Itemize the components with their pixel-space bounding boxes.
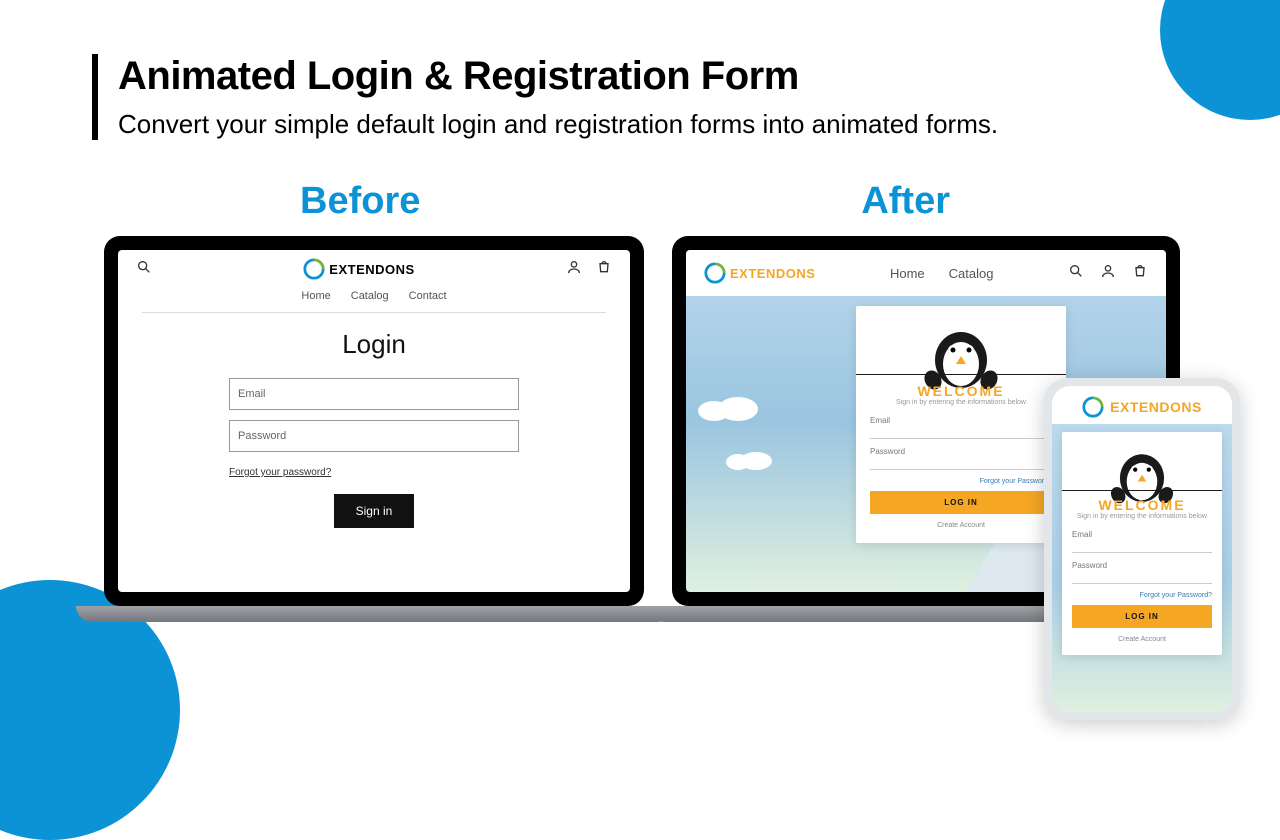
create-account-link[interactable]: Create Account bbox=[870, 522, 1052, 529]
login-form: Email Password Forgot your password? Sig… bbox=[229, 378, 519, 528]
decorative-blob-top-right bbox=[1160, 0, 1280, 120]
nav-contact[interactable]: Contact bbox=[409, 290, 447, 302]
brand-logo[interactable]: EXTENDONS bbox=[303, 258, 414, 280]
penguin-icon bbox=[1108, 442, 1176, 504]
password-field[interactable] bbox=[870, 458, 1052, 470]
divider bbox=[1062, 490, 1222, 491]
email-label: Email bbox=[1072, 530, 1212, 539]
brand-logo-icon bbox=[1082, 396, 1104, 418]
user-icon[interactable] bbox=[566, 259, 582, 280]
page-header: Animated Login & Registration Form Conve… bbox=[92, 54, 998, 140]
cloud-icon bbox=[722, 450, 776, 470]
before-navbar: EXTENDONS bbox=[118, 250, 630, 286]
before-screen: EXTENDONS Home Catalog Contact Login Ema… bbox=[118, 250, 630, 592]
phone-navbar: EXTENDONS bbox=[1052, 386, 1232, 424]
welcome-heading: WELCOME bbox=[870, 383, 1052, 399]
email-field[interactable] bbox=[1072, 541, 1212, 553]
brand-name: EXTENDONS bbox=[329, 262, 414, 277]
cloud-icon bbox=[696, 395, 766, 421]
phone-screen: EXTENDONS WELCOME Sign in by entering th… bbox=[1052, 386, 1232, 712]
user-icon[interactable] bbox=[1100, 263, 1116, 284]
password-field[interactable]: Password bbox=[229, 420, 519, 452]
phone-login-card: WELCOME Sign in by entering the informat… bbox=[1062, 432, 1222, 655]
after-navbar: EXTENDONS Home Catalog bbox=[686, 250, 1166, 296]
nav-home[interactable]: Home bbox=[301, 290, 330, 302]
cart-icon[interactable] bbox=[596, 259, 612, 280]
nav-home[interactable]: Home bbox=[890, 266, 925, 281]
email-field[interactable] bbox=[870, 427, 1052, 439]
phone-background: WELCOME Sign in by entering the informat… bbox=[1052, 424, 1232, 712]
login-card: WELCOME Sign in by entering the informat… bbox=[856, 306, 1066, 543]
divider bbox=[856, 374, 1066, 375]
forgot-password-link[interactable]: Forgot your Password? bbox=[1072, 592, 1212, 599]
login-title: Login bbox=[118, 329, 630, 360]
penguin-icon bbox=[921, 318, 1001, 390]
forgot-password-link[interactable]: Forgot your password? bbox=[229, 467, 331, 478]
welcome-subtext: Sign in by entering the informations bel… bbox=[870, 399, 1052, 406]
brand-logo[interactable]: EXTENDONS bbox=[704, 262, 815, 284]
divider bbox=[142, 312, 606, 313]
after-label: After bbox=[861, 180, 950, 223]
laptop-before-base bbox=[76, 606, 674, 622]
page-title: Animated Login & Registration Form bbox=[118, 54, 998, 99]
nav-catalog[interactable]: Catalog bbox=[949, 266, 994, 281]
before-label: Before bbox=[300, 180, 420, 223]
welcome-heading: WELCOME bbox=[1072, 497, 1212, 513]
password-label: Password bbox=[870, 447, 1052, 456]
create-account-link[interactable]: Create Account bbox=[1072, 636, 1212, 643]
before-subnav: Home Catalog Contact bbox=[118, 286, 630, 312]
forgot-password-link[interactable]: Forgot your Password? bbox=[870, 478, 1052, 485]
laptop-before-frame: EXTENDONS Home Catalog Contact Login Ema… bbox=[104, 236, 644, 606]
phone-frame: EXTENDONS WELCOME Sign in by entering th… bbox=[1044, 378, 1240, 720]
brand-name: EXTENDONS bbox=[1110, 399, 1202, 415]
page-subtitle: Convert your simple default login and re… bbox=[118, 109, 998, 140]
login-button[interactable]: LOG IN bbox=[1072, 605, 1212, 628]
email-field[interactable]: Email bbox=[229, 378, 519, 410]
search-icon[interactable] bbox=[136, 259, 152, 280]
cart-icon[interactable] bbox=[1132, 263, 1148, 284]
password-label: Password bbox=[1072, 561, 1212, 570]
sign-in-button[interactable]: Sign in bbox=[334, 494, 415, 528]
email-label: Email bbox=[870, 416, 1052, 425]
brand-name: EXTENDONS bbox=[730, 266, 815, 281]
password-field[interactable] bbox=[1072, 572, 1212, 584]
nav-catalog[interactable]: Catalog bbox=[351, 290, 389, 302]
login-button[interactable]: LOG IN bbox=[870, 491, 1052, 514]
search-icon[interactable] bbox=[1068, 263, 1084, 284]
welcome-subtext: Sign in by entering the informations bel… bbox=[1072, 513, 1212, 520]
